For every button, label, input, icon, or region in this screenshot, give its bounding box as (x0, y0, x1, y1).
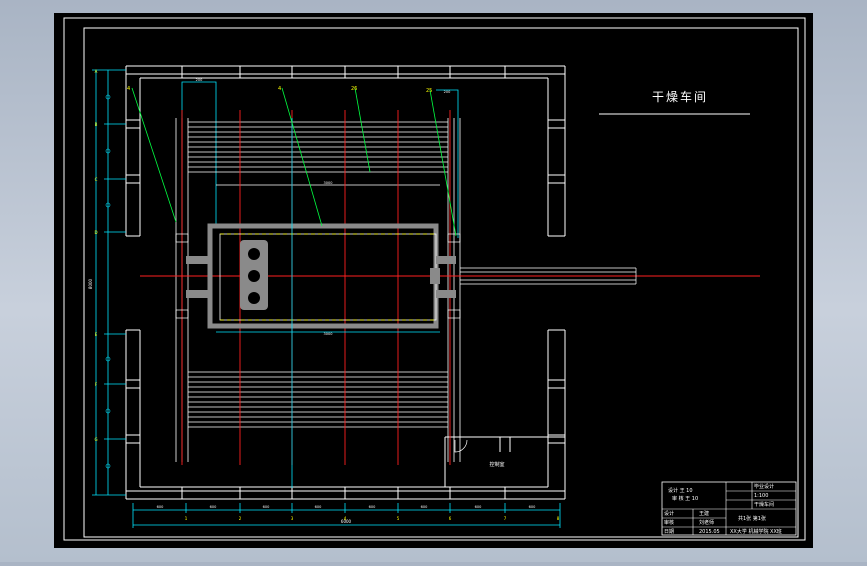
svg-text:2: 2 (239, 516, 242, 521)
svg-text:4: 4 (344, 516, 347, 521)
svg-text:审 核 王 10: 审 核 王 10 (672, 495, 698, 502)
svg-text:1: 1 (185, 516, 188, 521)
svg-text:王建: 王建 (699, 510, 709, 517)
svg-text:共1张 第1张: 共1张 第1张 (738, 515, 766, 522)
machine-dim: 3000 (324, 332, 333, 336)
cad-viewport: 干燥车间 控制室 8000 6000 600 600 600 600 600 6… (0, 0, 867, 562)
upper-belt-dim: 3000 (324, 181, 333, 185)
svg-text:26: 26 (351, 86, 357, 92)
svg-text:1:100: 1:100 (754, 493, 768, 499)
svg-text:600: 600 (157, 505, 164, 509)
svg-text:XX大学 机械学院 XX班: XX大学 机械学院 XX班 (730, 528, 782, 535)
svg-text:600: 600 (529, 505, 536, 509)
svg-text:审核: 审核 (664, 519, 674, 526)
svg-text:5: 5 (397, 516, 400, 521)
svg-text:6: 6 (449, 516, 452, 521)
svg-text:干燥车间: 干燥车间 (754, 501, 774, 508)
svg-text:600: 600 (475, 505, 482, 509)
svg-text:日期: 日期 (664, 529, 674, 535)
top-small-dim-right: 200 (444, 90, 451, 94)
svg-text:600: 600 (421, 505, 428, 509)
svg-text:8: 8 (557, 516, 560, 521)
svg-text:4: 4 (278, 86, 281, 92)
svg-text:4: 4 (127, 86, 130, 92)
svg-text:600: 600 (210, 505, 217, 509)
svg-text:3: 3 (291, 516, 294, 521)
svg-text:B: B (95, 122, 98, 127)
svg-text:600: 600 (315, 505, 322, 509)
svg-text:7: 7 (504, 516, 507, 521)
svg-text:设计: 设计 (664, 510, 674, 517)
svg-text:600: 600 (263, 505, 270, 509)
svg-text:C: C (95, 177, 98, 182)
svg-text:D: D (94, 230, 97, 235)
svg-text:25: 25 (426, 88, 432, 94)
svg-text:600: 600 (369, 505, 376, 509)
room-title: 干燥车间 (652, 89, 708, 104)
svg-text:毕业设计: 毕业设计 (754, 483, 774, 490)
svg-text:G: G (94, 437, 97, 442)
cad-drawing: 干燥车间 控制室 8000 6000 600 600 600 600 600 6… (54, 13, 813, 548)
svg-text:设计 王 10: 设计 王 10 (668, 487, 693, 494)
door-room-label: 控制室 (489, 461, 504, 468)
svg-text:A: A (95, 69, 98, 74)
svg-text:刘老师: 刘老师 (699, 519, 714, 526)
svg-text:2015.05: 2015.05 (699, 529, 720, 535)
top-small-dim-left: 200 (196, 78, 203, 82)
left-total-dim: 8000 (88, 278, 93, 289)
